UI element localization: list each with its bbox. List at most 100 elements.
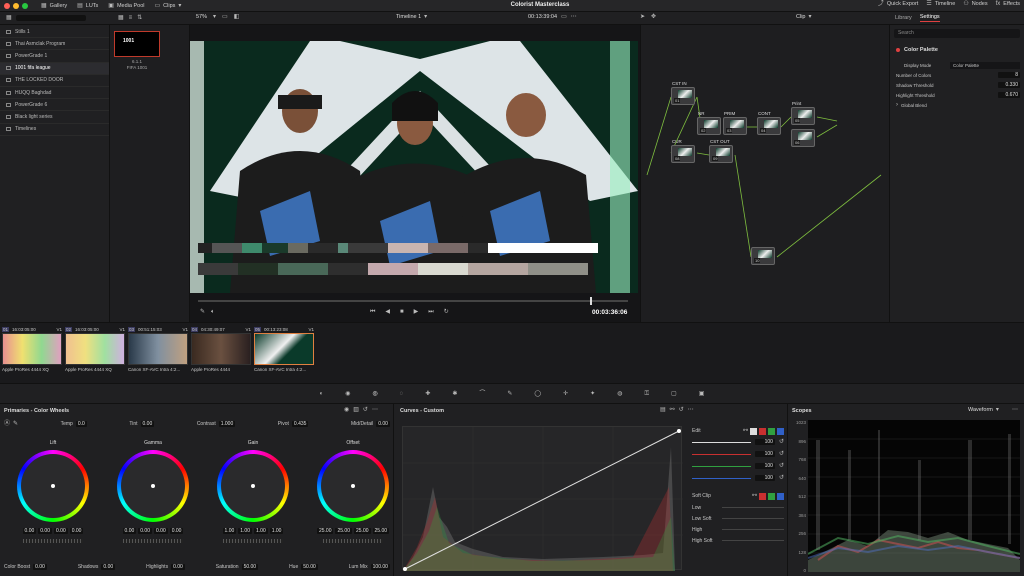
timeline-clip[interactable]: 04 04:30:49:07 V1 Apple ProRes 4444 <box>191 325 251 372</box>
maximize-window-button[interactable] <box>22 2 28 9</box>
link-icon[interactable]: ⚯ <box>670 407 675 413</box>
global-blend-section[interactable]: › Global Blend <box>896 100 1020 110</box>
wheel-value-field[interactable]: 1.00 <box>238 528 252 534</box>
color-wheels-icon[interactable]: ◎ <box>372 391 377 397</box>
hue-field[interactable]: 50.00 <box>301 564 318 570</box>
master-wheel-slider[interactable] <box>323 539 383 543</box>
3d-icon[interactable]: ▣ <box>699 391 705 397</box>
link-icon[interactable]: ⚯ <box>743 428 748 434</box>
clips-tab[interactable]: ▭ Clips ▾ <box>155 3 182 9</box>
grid-view-icon[interactable]: ▦ <box>6 15 12 21</box>
low-slider[interactable] <box>722 507 784 508</box>
blur-icon[interactable]: ◍ <box>617 391 622 397</box>
wheel-value-field[interactable]: 25.00 <box>354 528 371 534</box>
num-colors-field[interactable]: 8 <box>998 72 1020 78</box>
color-wheel[interactable] <box>17 450 89 522</box>
gallery-tab[interactable]: ▦ Gallery <box>41 3 67 9</box>
nodes-button[interactable]: ⚇ Nodes <box>963 1 987 7</box>
gallery-album-item[interactable]: 1001 fifa league <box>0 62 109 75</box>
options-icon[interactable]: ⋯ <box>571 14 577 20</box>
contrast-field[interactable]: 1.000 <box>218 421 236 427</box>
intensity-slider[interactable] <box>692 465 751 467</box>
speaker-icon[interactable]: 🔈︎ <box>211 309 215 315</box>
intensity-field[interactable]: 100 <box>754 463 775 469</box>
list-icon[interactable]: ≡ <box>129 15 133 21</box>
grade-node[interactable]: NR 02 <box>697 111 721 135</box>
viewer-scrubber[interactable] <box>198 297 628 305</box>
shadow-threshold-field[interactable]: 0.330 <box>998 82 1020 88</box>
effects-button[interactable]: fx Effects <box>996 1 1020 7</box>
library-tab[interactable]: Library <box>895 15 912 21</box>
red-channel-button[interactable] <box>759 427 766 435</box>
eyedropper-icon[interactable]: ✎ <box>13 421 18 427</box>
wipe-icon[interactable]: ◧ <box>234 14 240 20</box>
playhead[interactable] <box>590 297 592 305</box>
skip-to-start-icon[interactable]: ⏮︎ <box>370 309 375 315</box>
magic-mask-icon[interactable]: ✦ <box>590 391 595 397</box>
sizing-icon[interactable]: ▢ <box>671 391 677 397</box>
viewer-image[interactable] <box>190 41 638 293</box>
window-controls[interactable] <box>0 2 31 9</box>
grade-node[interactable]: CST OUT 09 <box>709 139 733 163</box>
middetail-field[interactable]: 0.00 <box>376 421 390 427</box>
bars-icon[interactable]: ▥ <box>353 407 359 413</box>
timeline-clip[interactable]: 03 00:51:15:03 V1 Canon XF-AVC Intra 4:2... <box>128 325 188 372</box>
zoom-level[interactable]: 57% <box>196 14 207 20</box>
green-channel-button[interactable] <box>768 427 775 435</box>
play-icon[interactable]: ▶ <box>414 309 419 315</box>
intensity-slider[interactable] <box>692 441 751 443</box>
wheel-value-field[interactable]: 25.00 <box>335 528 352 534</box>
color-wheel[interactable] <box>117 450 189 522</box>
rgb-mixer-icon[interactable]: ✚ <box>425 391 430 397</box>
histogram-icon[interactable]: ▤ <box>660 407 666 413</box>
wheel-value-field[interactable]: 0.00 <box>169 528 184 534</box>
monitor-icon[interactable]: ▭ <box>561 14 567 20</box>
reset-icon[interactable]: ↺ <box>779 463 784 469</box>
timeline-clip[interactable]: 05 00:13:23:08 V1 Canon XF-AVC Intra 4:2... <box>254 325 314 372</box>
high-soft-slider[interactable] <box>722 540 784 541</box>
stop-icon[interactable]: ■ <box>400 309 404 315</box>
gallery-album-item[interactable]: PowerGrade 6 <box>0 99 109 112</box>
wheel-center-handle[interactable] <box>151 484 155 488</box>
timeline-clip[interactable]: 01 16:03:05:00 V1 Apple ProRes 4444 XQ <box>2 325 62 372</box>
wheel-center-handle[interactable] <box>351 484 355 488</box>
wheel-value-field[interactable]: 1.00 <box>254 528 268 534</box>
more-icon[interactable]: ⋯ <box>688 407 694 413</box>
hand-icon[interactable]: ✥ <box>651 14 656 20</box>
qualifier-icon[interactable]: ✎ <box>507 391 512 397</box>
intensity-field[interactable]: 100 <box>754 439 775 445</box>
gallery-zoom-slider[interactable] <box>15 15 86 21</box>
grade-node[interactable]: CST IN 01 <box>671 81 695 105</box>
soft-clip-red-button[interactable] <box>759 492 766 500</box>
intensity-slider[interactable] <box>692 477 751 479</box>
tracker-icon[interactable]: ✛ <box>563 391 568 397</box>
wheel-value-field[interactable]: 25.00 <box>316 528 334 534</box>
low-soft-slider[interactable] <box>722 518 784 519</box>
mode-icon[interactable]: ◉ <box>344 407 349 413</box>
gallery-album-item[interactable]: HUQQ Baghdad <box>0 87 109 100</box>
wheel-center-handle[interactable] <box>251 484 255 488</box>
more-icon[interactable]: ⋯ <box>1012 407 1018 413</box>
temp-field[interactable]: 0.0 <box>75 421 87 427</box>
window-icon[interactable]: ◯ <box>534 391 541 397</box>
sort-icon[interactable]: ⇅ <box>137 15 142 21</box>
wheel-value-field[interactable]: 0.00 <box>38 528 52 534</box>
grade-node[interactable]: Print 05 <box>791 101 815 125</box>
blue-channel-button[interactable] <box>777 427 784 435</box>
highlight-threshold-field[interactable]: 0.670 <box>998 92 1020 98</box>
grade-node[interactable]: PRIM 03 <box>723 111 747 135</box>
wheel-center-handle[interactable] <box>51 484 55 488</box>
loop-icon[interactable]: ↻ <box>444 309 449 315</box>
wheel-value-field[interactable]: 0.00 <box>69 528 84 534</box>
hdr-icon[interactable]: ◌ <box>400 391 404 397</box>
color-wheel[interactable] <box>317 450 389 522</box>
close-window-button[interactable] <box>4 2 10 9</box>
timeline-clip[interactable]: 02 16:03:05:00 V1 Apple ProRes 4444 XQ <box>65 325 125 372</box>
reset-icon[interactable]: ↺ <box>779 439 784 445</box>
color-boost-field[interactable]: 0.00 <box>33 564 47 570</box>
wheel-value-field[interactable]: 25.00 <box>372 528 390 534</box>
still-thumbnail[interactable]: 1001 <box>114 31 160 57</box>
eyedropper-icon[interactable]: ✎ <box>200 309 205 315</box>
auto-balance-icon[interactable]: Ⓐ <box>4 421 10 427</box>
y-channel-button[interactable] <box>750 427 757 435</box>
